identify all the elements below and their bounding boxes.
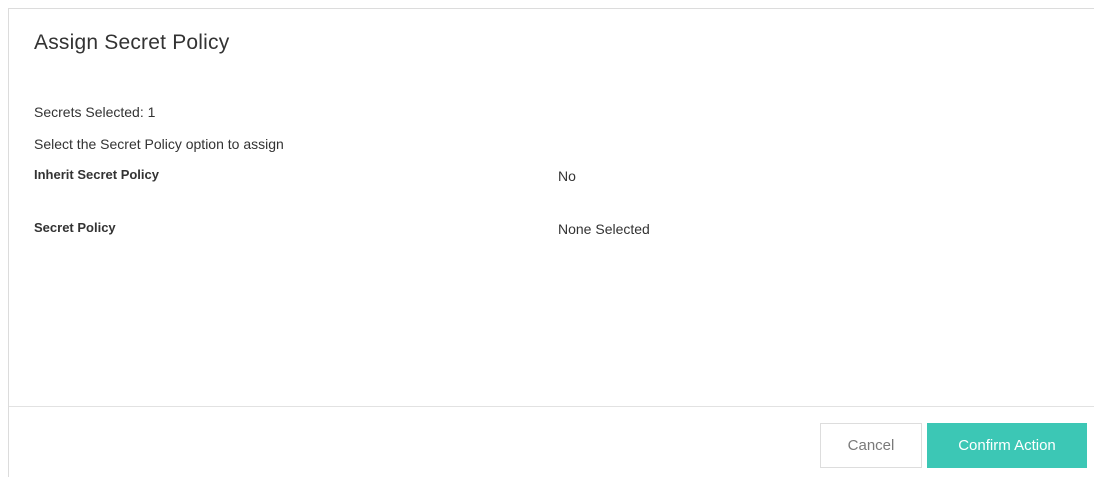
dialog-title: Assign Secret Policy — [34, 31, 230, 54]
footer-divider — [9, 406, 1094, 407]
assign-secret-policy-dialog: Assign Secret Policy Secrets Selected: 1… — [8, 8, 1094, 477]
cancel-button[interactable]: Cancel — [820, 423, 922, 468]
confirm-action-button[interactable]: Confirm Action — [927, 423, 1087, 468]
secret-policy-label: Secret Policy — [34, 220, 116, 235]
inherit-secret-policy-label: Inherit Secret Policy — [34, 167, 159, 182]
inherit-secret-policy-value: No — [558, 168, 576, 184]
secret-policy-value: None Selected — [558, 221, 650, 237]
instruction-text: Select the Secret Policy option to assig… — [34, 136, 284, 152]
secrets-selected-count: Secrets Selected: 1 — [34, 104, 156, 120]
